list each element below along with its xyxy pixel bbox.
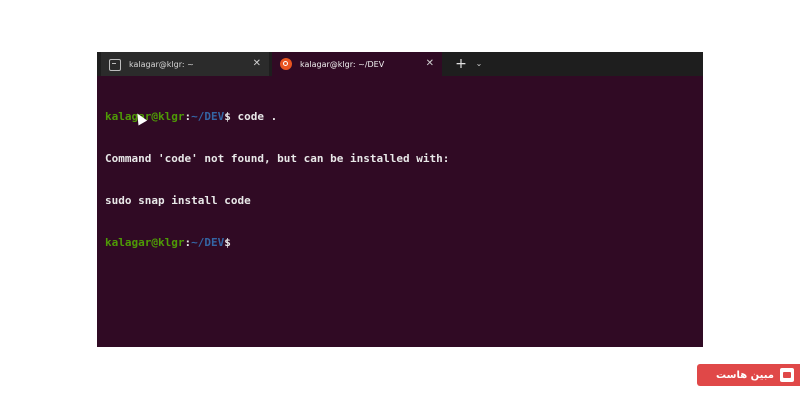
new-tab-button[interactable]: + <box>452 55 470 73</box>
terminal-line: Command 'code' not found, but can be ins… <box>105 152 450 165</box>
tab-label: kalagar@klgr: ~ <box>129 59 194 69</box>
terminal-line: sudo snap install code <box>105 194 251 207</box>
watermark: مبین هاست <box>697 364 800 386</box>
close-icon[interactable]: ✕ <box>426 59 434 69</box>
tab-label: kalagar@klgr: ~/DEV <box>300 59 385 69</box>
prompt-symbol: $ <box>224 110 231 123</box>
mobinhost-logo-icon <box>780 368 794 382</box>
prompt-path: ~/DEV <box>191 110 225 123</box>
terminal-window: kalagar@klgr: ~ ✕ kalagar@klgr: ~/DEV ✕ … <box>97 52 703 347</box>
watermark-text: مبین هاست <box>716 369 774 381</box>
command-text: code . <box>230 110 278 123</box>
chevron-down-icon[interactable]: ⌄ <box>472 55 486 73</box>
tab-home[interactable]: kalagar@klgr: ~ ✕ <box>101 52 269 76</box>
cmd-icon <box>109 58 121 71</box>
prompt-path: ~/DEV <box>191 236 225 249</box>
close-icon[interactable]: ✕ <box>253 59 261 69</box>
ubuntu-icon <box>280 58 292 70</box>
tab-dev[interactable]: kalagar@klgr: ~/DEV ✕ <box>272 52 442 76</box>
tab-bar: kalagar@klgr: ~ ✕ kalagar@klgr: ~/DEV ✕ … <box>97 52 703 76</box>
prompt-user: kalagar@klgr <box>105 236 185 249</box>
terminal-line: kalagar@klgr:~/DEV$ code . <box>105 110 695 124</box>
terminal-output[interactable]: kalagar@klgr:~/DEV$ code . Command 'code… <box>105 82 695 343</box>
terminal-line: kalagar@klgr:~/DEV$ <box>105 236 695 250</box>
prompt-symbol: $ <box>224 236 231 249</box>
